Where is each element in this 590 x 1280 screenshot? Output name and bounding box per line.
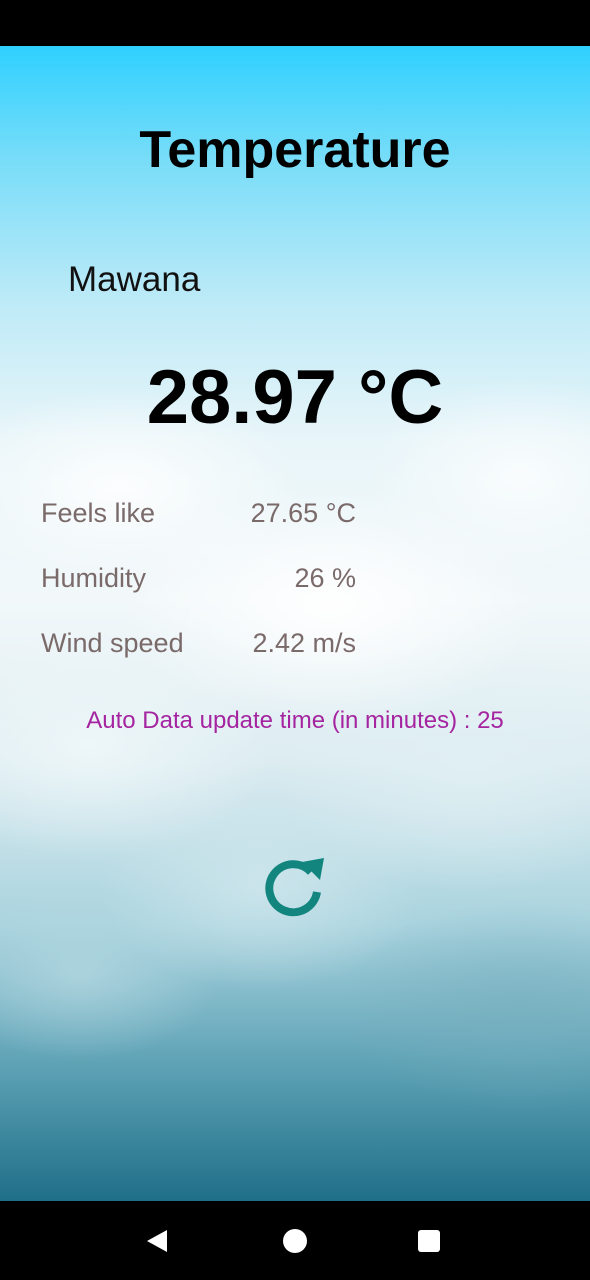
status-bar — [0, 0, 590, 46]
wind-speed-label: Wind speed — [41, 628, 184, 658]
refresh-button[interactable] — [262, 852, 328, 918]
wind-speed-value: 2.42 m/s — [252, 628, 356, 658]
back-icon — [147, 1229, 167, 1252]
navigation-bar — [0, 1201, 590, 1280]
current-temperature: 28.97 °C — [146, 355, 444, 440]
humidity-label: Humidity — [41, 563, 147, 593]
auto-update-note: Auto Data update time (in minutes) : 25 — [86, 707, 504, 734]
home-icon — [283, 1228, 307, 1253]
back-button[interactable] — [117, 1201, 197, 1280]
page-title: Temperature — [139, 121, 451, 179]
humidity-value: 26 % — [294, 563, 356, 593]
recents-icon — [418, 1229, 440, 1252]
feels-like-value: 27.65 °C — [250, 498, 356, 528]
feels-like-label: Feels like — [41, 498, 156, 528]
home-button[interactable] — [255, 1201, 335, 1280]
weather-screen: Temperature Mawana 28.97 °C Feels like 2… — [0, 46, 590, 1201]
city-name: Mawana — [68, 260, 201, 299]
recents-button[interactable] — [389, 1201, 469, 1280]
refresh-icon — [265, 858, 324, 917]
